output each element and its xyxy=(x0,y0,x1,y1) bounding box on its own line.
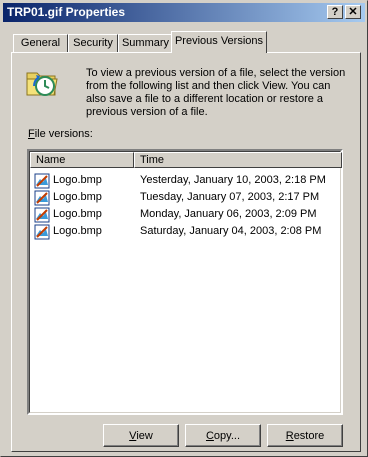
column-header-time[interactable]: Time xyxy=(134,152,342,168)
file-versions-list[interactable]: Name Time Logo.bmp Yesterday, January 10… xyxy=(27,149,343,415)
version-name: Logo.bmp xyxy=(53,191,102,203)
version-time: Tuesday, January 07, 2003, 2:17 PM xyxy=(140,191,320,203)
bitmap-file-icon xyxy=(34,207,50,223)
tab-general[interactable]: General xyxy=(13,34,68,52)
list-item[interactable]: Logo.bmp Saturday, January 04, 2003, 2:0… xyxy=(34,223,334,240)
version-name: Logo.bmp xyxy=(53,208,102,220)
bitmap-file-icon xyxy=(34,173,50,189)
list-item[interactable]: Logo.bmp Yesterday, January 10, 2003, 2:… xyxy=(34,172,334,189)
title-bar[interactable]: TRP01.gif Properties ? ✕ xyxy=(3,3,365,22)
list-header: Name Time xyxy=(30,152,342,168)
tab-previous-versions[interactable]: Previous Versions xyxy=(171,31,267,53)
view-label: iew xyxy=(136,429,153,442)
close-button[interactable]: ✕ xyxy=(345,5,361,19)
file-versions-accel: F xyxy=(28,128,35,140)
version-time: Monday, January 06, 2003, 2:09 PM xyxy=(140,208,317,220)
help-button[interactable]: ? xyxy=(327,5,343,19)
tab-security[interactable]: Security xyxy=(68,34,118,52)
previous-versions-folder-icon xyxy=(26,72,58,96)
list-item[interactable]: Logo.bmp Tuesday, January 07, 2003, 2:17… xyxy=(34,189,334,206)
tab-strip: General Security Summary Previous Versio… xyxy=(9,31,361,53)
properties-window: TRP01.gif Properties ? ✕ General Securit… xyxy=(0,0,368,457)
window-title: TRP01.gif Properties xyxy=(7,5,126,19)
version-time: Saturday, January 04, 2003, 2:08 PM xyxy=(140,225,322,237)
version-name: Logo.bmp xyxy=(53,225,102,237)
tab-summary[interactable]: Summary xyxy=(118,34,173,52)
column-header-name[interactable]: Name xyxy=(30,152,134,168)
copy-button[interactable]: Copy... xyxy=(185,424,261,447)
list-body: Name Time Logo.bmp Yesterday, January 10… xyxy=(29,151,342,413)
list-item[interactable]: Logo.bmp Monday, January 06, 2003, 2:09 … xyxy=(34,206,334,223)
restore-button[interactable]: Restore xyxy=(267,424,343,447)
bitmap-file-icon xyxy=(34,224,50,240)
copy-label: opy... xyxy=(213,429,241,442)
file-versions-label-rest: ile versions: xyxy=(34,128,93,140)
copy-accel: C xyxy=(205,429,214,442)
version-time: Yesterday, January 10, 2003, 2:18 PM xyxy=(140,174,326,186)
restore-accel: R xyxy=(285,429,294,442)
instruction-text: To view a previous version of a file, se… xyxy=(86,67,346,118)
view-button[interactable]: View xyxy=(103,424,179,447)
restore-label: estore xyxy=(293,429,325,442)
file-versions-label: File versions: xyxy=(28,128,93,140)
bitmap-file-icon xyxy=(34,190,50,206)
version-name: Logo.bmp xyxy=(53,174,102,186)
